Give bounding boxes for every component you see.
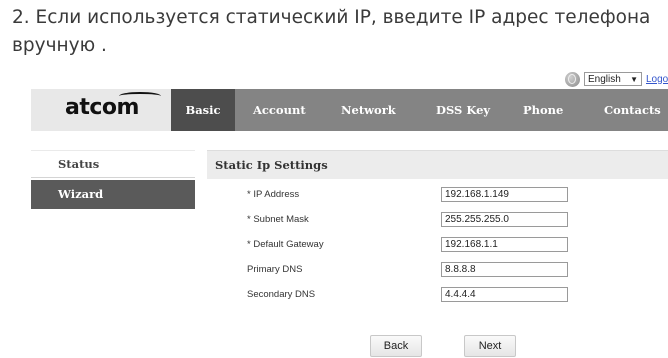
main-content: Static Ip Settings — [207, 150, 668, 179]
tab-basic[interactable]: Basic — [171, 89, 235, 131]
tab-account[interactable]: Account — [253, 89, 306, 131]
ip-address-input[interactable]: 192.168.1.149 — [441, 186, 568, 202]
default-gateway-input[interactable]: 192.168.1.1 — [441, 236, 568, 252]
caption-line-2: вручную . — [12, 35, 107, 56]
next-button[interactable]: Next — [464, 335, 516, 357]
tab-dss-key[interactable]: DSS Key — [436, 89, 490, 131]
field-row-default-gateway: * Default Gateway 192.168.1.1 — [247, 236, 568, 252]
top-navigation: atcom Basic Account Network DSS Key Phon… — [31, 89, 668, 131]
secondary-dns-label: Secondary DNS — [247, 288, 316, 300]
default-gateway-label: * Default Gateway — [247, 238, 324, 250]
globe-icon — [565, 71, 580, 87]
secondary-dns-input[interactable]: 4.4.4.4 — [441, 286, 568, 302]
sidebar: Status Wizard — [31, 150, 195, 209]
primary-dns-label: Primary DNS — [247, 263, 303, 275]
ip-address-label: * IP Address — [247, 188, 300, 200]
field-row-ip-address: * IP Address 192.168.1.149 — [247, 186, 568, 202]
atcom-logo: atcom — [31, 89, 171, 131]
logout-link[interactable]: Logout — [646, 74, 668, 85]
language-bar: English ▼ Logout — [565, 71, 668, 87]
section-title: Static Ip Settings — [207, 150, 668, 179]
tab-phone[interactable]: Phone — [523, 89, 563, 131]
back-button[interactable]: Back — [370, 335, 422, 357]
sidebar-item-status[interactable]: Status — [31, 150, 195, 178]
field-row-secondary-dns: Secondary DNS 4.4.4.4 — [247, 286, 568, 302]
subnet-mask-label: * Subnet Mask — [247, 213, 309, 225]
instruction-caption: 2. Если используется статический IP, вве… — [12, 4, 668, 60]
logo-text: atcom — [65, 95, 139, 120]
sidebar-item-wizard[interactable]: Wizard — [31, 180, 195, 209]
tab-network[interactable]: Network — [341, 89, 396, 131]
chevron-down-icon: ▼ — [630, 75, 638, 84]
caption-line-1: 2. Если используется статический IP, вве… — [12, 7, 651, 28]
language-value: English — [588, 74, 621, 85]
tab-contacts[interactable]: Contacts — [604, 89, 661, 131]
language-select[interactable]: English ▼ — [584, 72, 642, 86]
subnet-mask-input[interactable]: 255.255.255.0 — [441, 211, 568, 227]
field-row-primary-dns: Primary DNS 8.8.8.8 — [247, 261, 568, 277]
primary-dns-input[interactable]: 8.8.8.8 — [441, 261, 568, 277]
field-row-subnet-mask: * Subnet Mask 255.255.255.0 — [247, 211, 568, 227]
